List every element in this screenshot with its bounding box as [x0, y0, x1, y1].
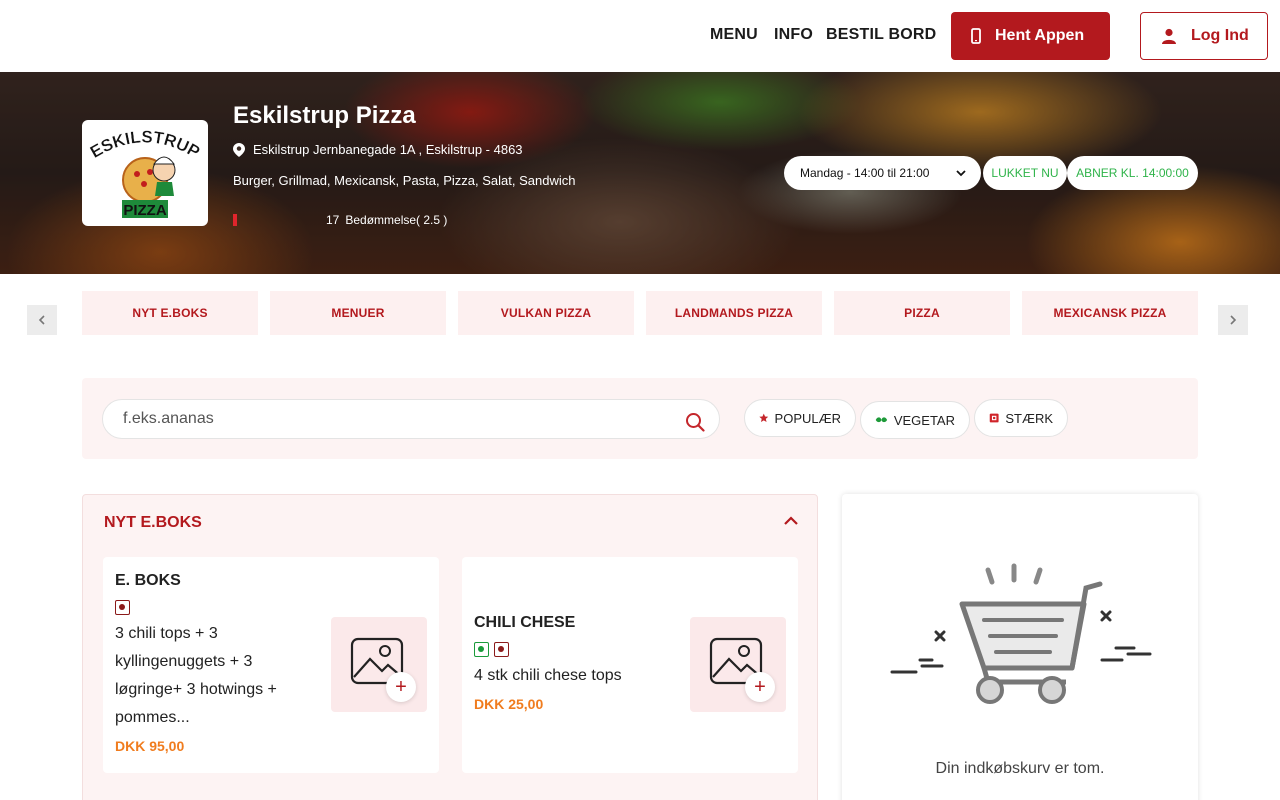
- opening-hours-select[interactable]: Mandag - 14:00 til 21:00: [784, 156, 981, 190]
- opens-at-badge: ABNER KL. 14:00:00: [1067, 156, 1198, 190]
- filter-popular-label: POPULÆR: [774, 410, 841, 426]
- phone-icon: [971, 28, 981, 44]
- category-tab-menuer[interactable]: MENUER: [270, 291, 446, 335]
- logo-wordmark: ESKILSTRUP: [87, 127, 203, 162]
- restaurant-logo: ESKILSTRUP PIZZA: [82, 120, 208, 226]
- chevron-right-icon: [1230, 315, 1237, 325]
- login-label: Log Ind: [1191, 27, 1249, 44]
- restaurant-name: Eskilstrup Pizza: [233, 102, 416, 129]
- menu-section-title: NYT E.BOKS: [104, 514, 202, 531]
- category-tab-nyt-eboks[interactable]: NYT E.BOKS: [82, 291, 258, 335]
- restaurant-cuisines: Burger, Grillmad, Mexicansk, Pasta, Pizz…: [233, 173, 576, 188]
- product-description: 3 chili tops + 3 kyllingenuggets + 3 løg…: [115, 625, 277, 726]
- add-to-cart-button[interactable]: +: [745, 672, 775, 702]
- restaurant-hero: ESKILSTRUP PIZZA Eskilstrup Pizza Eskils…: [0, 72, 1280, 274]
- rating-label: Bedømmelse( 2.5 ): [345, 213, 448, 227]
- product-description: 4 stk chili chese tops: [474, 667, 622, 684]
- spicy-tag-icon: [115, 600, 130, 615]
- category-tab-mexicansk-pizza[interactable]: MEXICANSK PIZZA: [1022, 291, 1198, 335]
- product-card[interactable]: E. BOKS 3 chili tops + 3 kyllingenuggets…: [103, 557, 439, 773]
- rating-stars: [233, 214, 317, 226]
- category-tab-landmands-pizza[interactable]: LANDMANDS PIZZA: [646, 291, 822, 335]
- restaurant-address: Eskilstrup Jernbanegade 1A , Eskilstrup …: [233, 142, 523, 157]
- restaurant-rating: 17 Bedømmelse( 2.5 ): [233, 213, 447, 227]
- nav-book-table-link[interactable]: BESTIL BORD: [826, 26, 936, 44]
- product-name: E. BOKS: [115, 572, 181, 589]
- chevron-up-icon[interactable]: [783, 513, 799, 529]
- opening-hours-value: Mandag - 14:00 til 21:00: [800, 166, 930, 180]
- rating-count: 17: [326, 213, 340, 227]
- address-text: Eskilstrup Jernbanegade 1A , Eskilstrup …: [253, 142, 523, 157]
- star-icon: [759, 413, 769, 423]
- vegetarian-tag-icon: [474, 642, 489, 657]
- filter-vegetarian-chip[interactable]: VEGETAR: [860, 401, 970, 439]
- filter-popular-chip[interactable]: POPULÆR: [744, 399, 856, 437]
- chevron-left-icon: [38, 315, 45, 325]
- search-icon[interactable]: [685, 412, 705, 432]
- product-card[interactable]: CHILI CHESE 4 stk chili chese tops DKK 2…: [462, 557, 798, 773]
- location-pin-icon: [233, 142, 245, 157]
- product-image-placeholder: +: [690, 617, 786, 712]
- status-badge: LUKKET NU: [983, 156, 1067, 190]
- search-bar: [102, 399, 720, 439]
- chevron-down-icon: [956, 170, 966, 177]
- get-app-button[interactable]: Hent Appen: [951, 12, 1110, 60]
- product-price: DKK 25,00: [474, 696, 544, 712]
- filter-vegetarian-label: VEGETAR: [893, 412, 955, 428]
- chili-icon: [989, 413, 999, 423]
- product-price: DKK 95,00: [115, 738, 185, 754]
- category-tab-pizza[interactable]: PIZZA: [834, 291, 1010, 335]
- login-button[interactable]: Log Ind: [1140, 12, 1268, 60]
- add-to-cart-button[interactable]: +: [386, 672, 416, 702]
- empty-cart-icon: [890, 563, 1152, 704]
- get-app-label: Hent Appen: [995, 27, 1085, 44]
- svg-text:ESKILSTRUP: ESKILSTRUP: [87, 127, 203, 161]
- search-input[interactable]: [123, 410, 663, 428]
- top-navigation: MENU INFO BESTIL BORD Hent Appen Log Ind: [0, 0, 1280, 72]
- logo-subtitle: PIZZA: [123, 202, 166, 219]
- leaf-icon: [875, 417, 888, 423]
- category-scroll-left-button[interactable]: [27, 305, 57, 335]
- spicy-tag-icon: [494, 642, 509, 657]
- nav-menu-link[interactable]: MENU: [710, 26, 758, 44]
- category-scroll-right-button[interactable]: [1218, 305, 1248, 335]
- cart-empty-message: Din indkøbskurv er tom.: [935, 760, 1105, 777]
- product-name: CHILI CHESE: [474, 614, 576, 631]
- product-image-placeholder: +: [331, 617, 427, 712]
- filter-spicy-chip[interactable]: STÆRK: [974, 399, 1068, 437]
- user-icon: [1162, 28, 1176, 44]
- filter-spicy-label: STÆRK: [1005, 410, 1053, 426]
- category-tab-vulkan-pizza[interactable]: VULKAN PIZZA: [458, 291, 634, 335]
- nav-info-link[interactable]: INFO: [774, 26, 813, 44]
- shopping-cart-panel: Din indkøbskurv er tom.: [842, 494, 1198, 800]
- menu-section-nyt-eboks: NYT E.BOKS E. BOKS 3 chili tops + 3 kyll…: [82, 494, 818, 800]
